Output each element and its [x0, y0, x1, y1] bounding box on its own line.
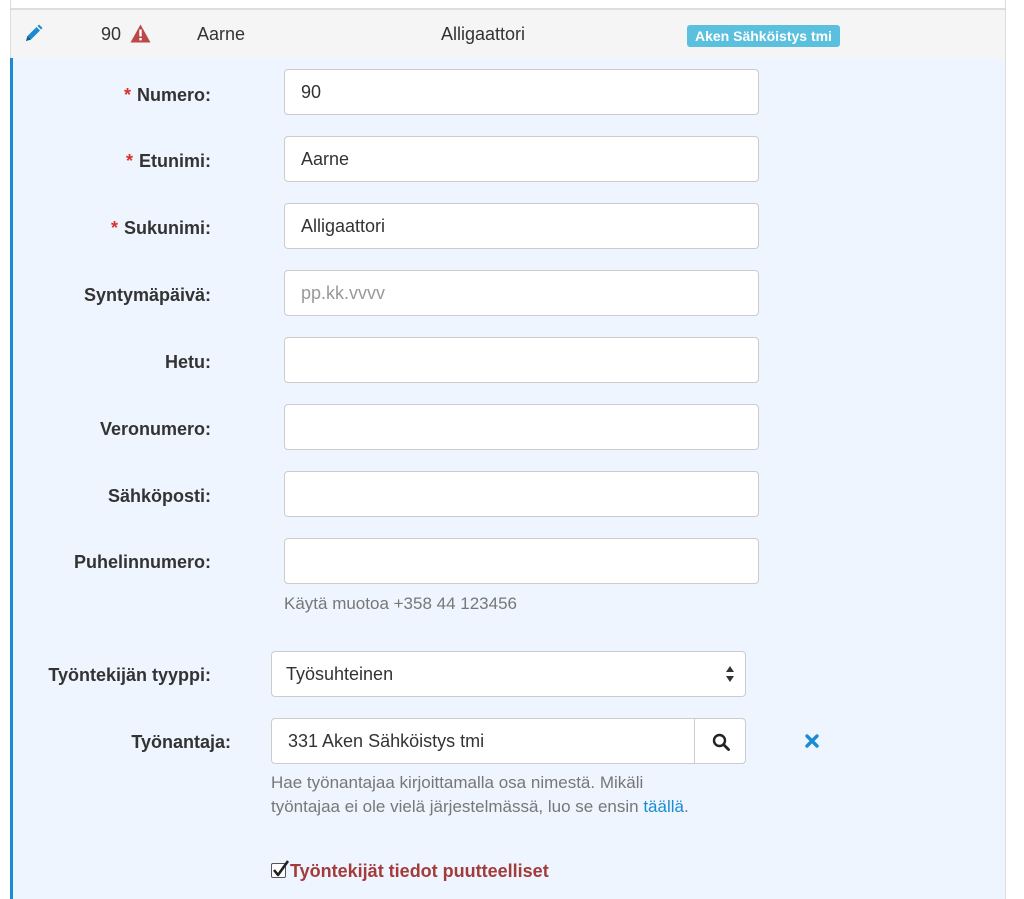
- last-name-input[interactable]: [284, 203, 759, 249]
- select-arrows-icon: [726, 666, 734, 682]
- checkmark-icon: [272, 860, 290, 877]
- close-icon[interactable]: [804, 733, 820, 749]
- employer-search-button[interactable]: [694, 718, 746, 764]
- incomplete-info-label: Työntekijät tiedot puutteelliset: [290, 861, 549, 881]
- employer-help-line2: työntajaa ei ole vielä järjestelmässä, l…: [271, 797, 689, 816]
- employee-summary-row[interactable]: 90 Aarne Alligaattori Aken Sähköistys tm…: [10, 8, 1006, 58]
- tax-number-input[interactable]: [284, 404, 759, 450]
- email-input[interactable]: [284, 471, 759, 517]
- required-mark: *: [123, 85, 131, 105]
- birth-date-input[interactable]: [284, 270, 759, 316]
- summary-number: 90: [101, 24, 122, 44]
- phone-help-text: Käytä muotoa +358 44 123456: [284, 594, 517, 613]
- checkbox-box[interactable]: [271, 860, 290, 879]
- summary-first-name: Aarne: [197, 24, 246, 44]
- last-name-label: * Sukunimi:: [110, 218, 211, 238]
- email-label: Sähköposti:: [107, 486, 211, 506]
- number-input[interactable]: [284, 69, 759, 115]
- employer-badge: Aken Sähköistys tmi: [687, 25, 840, 47]
- required-mark: *: [110, 218, 118, 238]
- ssn-input[interactable]: [284, 337, 759, 383]
- first-name-input[interactable]: [284, 136, 759, 182]
- employee-type-select[interactable]: Työsuhteinen: [271, 651, 746, 697]
- employer-search-input[interactable]: [271, 718, 695, 764]
- employer-help-text: Hae työnantajaa kirjoittamalla osa nimes…: [271, 771, 689, 819]
- employer-label: Työnantaja:: [131, 732, 231, 752]
- incomplete-info-checkbox[interactable]: Työntekijät tiedot puutteelliset: [271, 859, 549, 883]
- required-mark: *: [125, 151, 133, 171]
- pencil-icon[interactable]: [23, 24, 43, 44]
- first-name-label: * Etunimi:: [125, 151, 211, 171]
- summary-number-cell: 90: [101, 10, 151, 58]
- search-icon: [712, 733, 730, 751]
- phone-label: Puhelinnumero:: [73, 552, 211, 572]
- tax-number-label: Veronumero:: [99, 419, 211, 439]
- summary-last-name: Alligaattori: [441, 24, 526, 44]
- create-employer-link[interactable]: täällä: [643, 797, 684, 816]
- ssn-label: Hetu:: [165, 352, 211, 372]
- employee-type-selected: Työsuhteinen: [286, 664, 394, 684]
- birth-date-label: Syntymäpäivä:: [83, 285, 211, 305]
- employer-help-line1: Hae työnantajaa kirjoittamalla osa nimes…: [271, 773, 644, 792]
- phone-input[interactable]: [284, 538, 759, 584]
- number-label: * Numero:: [123, 85, 211, 105]
- employee-type-label: Työntekijän tyyppi:: [48, 665, 211, 685]
- warning-triangle-icon: [130, 24, 151, 43]
